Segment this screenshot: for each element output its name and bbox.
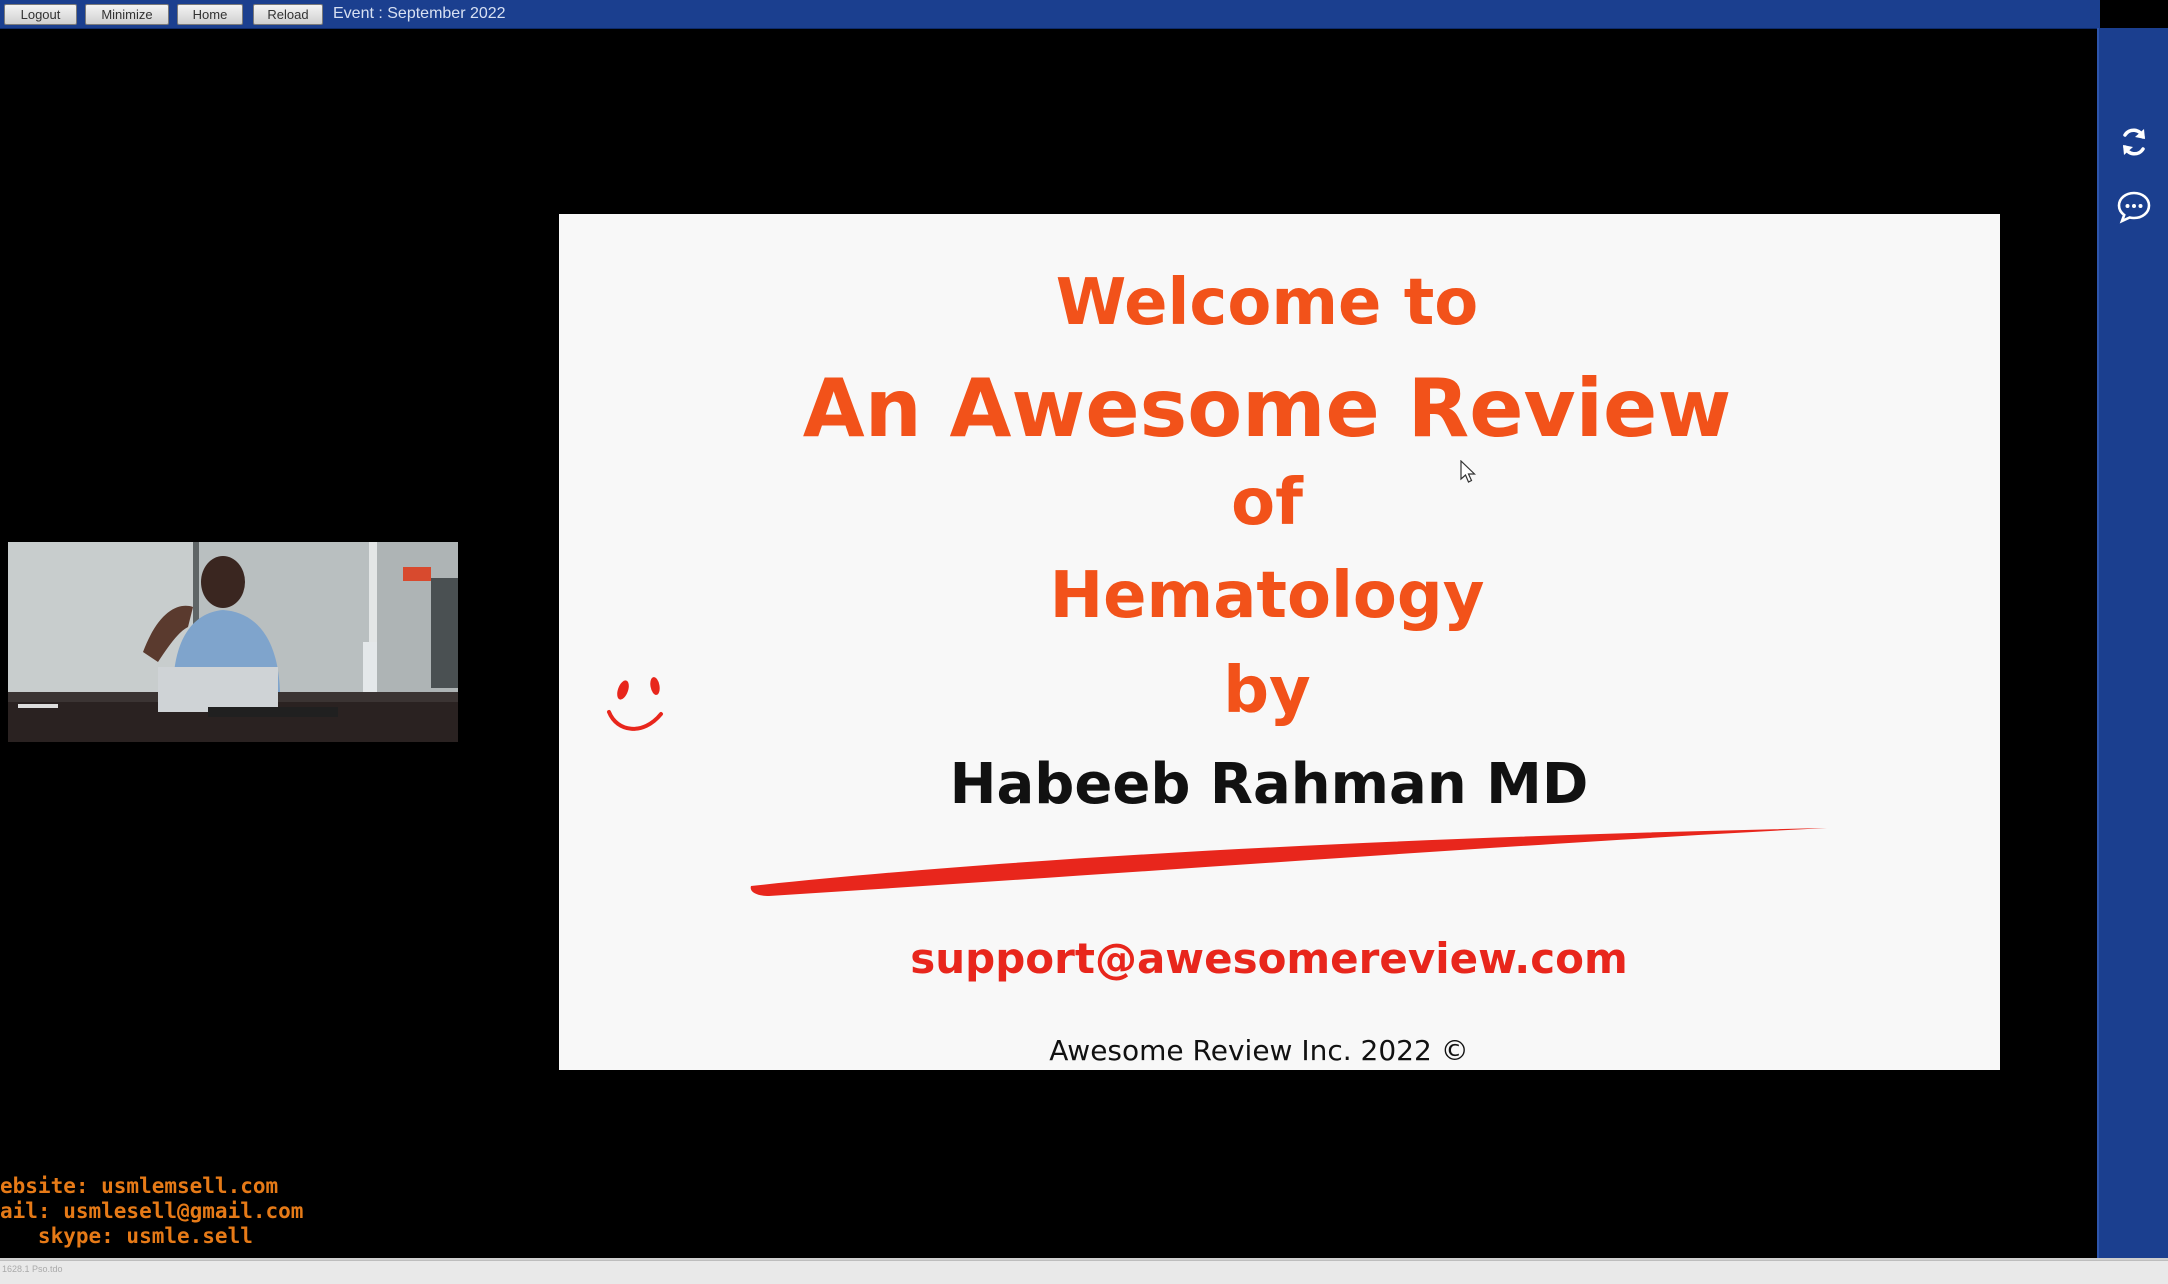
webcam-feed (8, 542, 458, 742)
slide-of-line: of (1231, 466, 1303, 540)
slide-copyright: Awesome Review Inc. 2022 © (1049, 1034, 1469, 1067)
status-bar-text: 1628.1 Pso.tdo (2, 1264, 63, 1274)
contact-email: ail: usmlesell@gmail.com (0, 1199, 304, 1223)
slide-subject-line: Hematology (1049, 559, 1485, 633)
slide-author: Habeeb Rahman MD (949, 752, 1589, 817)
app-window: Logout Minimize Home Reload Event : Sept… (0, 0, 2168, 1284)
slide-by-line: by (1223, 654, 1311, 728)
contact-skype: skype: usmle.sell (0, 1224, 253, 1248)
contact-website: ebsite: usmlemsell.com (0, 1174, 279, 1198)
side-panel (2097, 28, 2168, 1260)
logout-button[interactable]: Logout (4, 3, 77, 25)
contact-overlay: ebsite: usmlemsell.com ail: usmlesell@gm… (0, 1174, 420, 1249)
top-toolbar: Logout Minimize Home Reload Event : Sept… (0, 0, 2100, 29)
slide-welcome-line: Welcome to (1055, 266, 1479, 340)
status-bar: 1628.1 Pso.tdo (0, 1260, 2168, 1284)
mouse-cursor-icon (1460, 460, 1476, 483)
slide-title-line: An Awesome Review (802, 362, 1732, 455)
presenter-video-frame (8, 542, 458, 742)
home-button[interactable]: Home (177, 3, 243, 25)
chat-icon[interactable] (2116, 188, 2152, 224)
event-title: Event : September 2022 (333, 5, 506, 22)
smiley-doodle (607, 677, 663, 731)
red-underline-stroke (750, 828, 1827, 896)
presentation-slide: Welcome to An Awesome Review of Hematolo… (559, 214, 2000, 1070)
slide-support-email: support@awesomereview.com (910, 934, 1628, 983)
refresh-icon[interactable] (2116, 124, 2152, 160)
minimize-button[interactable]: Minimize (85, 3, 169, 25)
reload-button[interactable]: Reload (253, 3, 323, 25)
